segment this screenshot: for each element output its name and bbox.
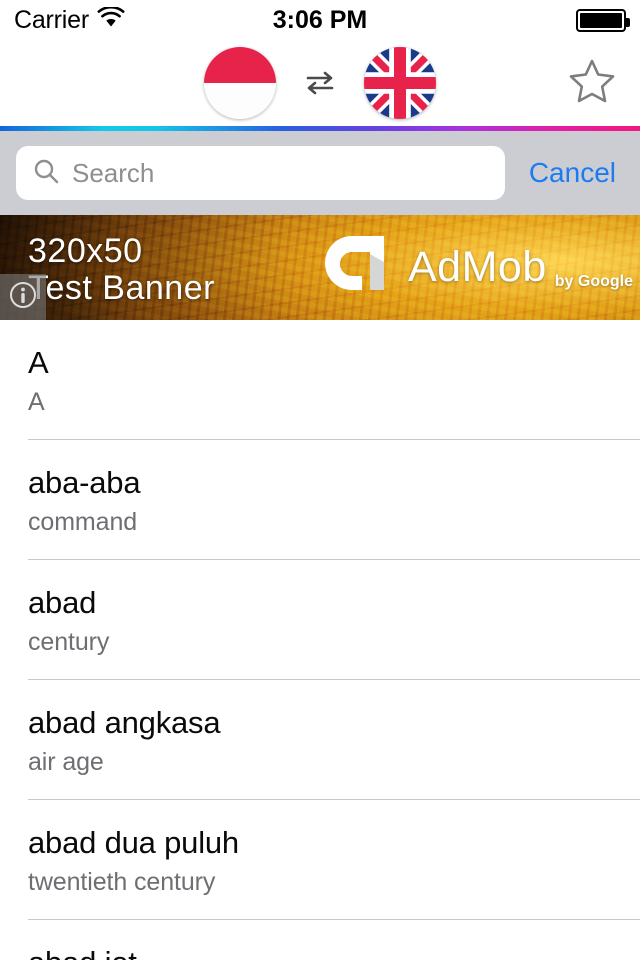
admob-wordmark: AdMob xyxy=(408,243,547,291)
admob-by-google-label: by Google xyxy=(554,272,633,290)
ad-size-label: 320x50 xyxy=(28,232,143,270)
admob-branding: AdMob by Google xyxy=(322,232,633,304)
swap-arrows-icon[interactable] xyxy=(300,63,340,103)
list-item-definition: air age xyxy=(28,748,104,777)
list-item-definition: twentieth century xyxy=(28,868,216,897)
status-bar-right xyxy=(576,8,630,32)
list-item[interactable]: abad dua puluh twentieth century xyxy=(0,800,640,920)
list-item[interactable]: abad century xyxy=(0,560,640,680)
dictionary-list[interactable]: A A aba-aba command abad century abad an… xyxy=(0,320,640,960)
list-item-term: abad dua puluh xyxy=(28,825,239,860)
search-icon xyxy=(32,157,60,190)
united-kingdom-flag-icon[interactable] xyxy=(364,47,436,119)
list-item[interactable]: abad angkasa air age xyxy=(0,680,640,800)
navigation-bar xyxy=(0,40,640,126)
list-item-term: abad jet xyxy=(28,944,612,960)
indonesia-flag-icon[interactable] xyxy=(204,47,276,119)
search-bar: Search Cancel xyxy=(0,131,640,215)
list-item-definition: command xyxy=(28,508,138,537)
ad-text-block: 320x50 Test Banner xyxy=(28,233,215,306)
list-item[interactable]: aba-aba command xyxy=(0,440,640,560)
status-bar-left: Carrier xyxy=(14,5,125,35)
carrier-label: Carrier xyxy=(14,5,89,34)
list-item-term: abad xyxy=(28,585,97,620)
wifi-icon xyxy=(97,5,125,34)
language-selector xyxy=(204,47,436,119)
list-item-term: A xyxy=(28,345,49,380)
list-item-definition: A xyxy=(28,388,45,417)
battery-full-icon xyxy=(576,8,630,32)
ad-banner[interactable]: 320x50 Test Banner AdMob by Google xyxy=(0,215,640,320)
list-item-term: abad angkasa xyxy=(28,705,221,740)
ad-info-button[interactable] xyxy=(0,274,46,320)
battery-fill xyxy=(580,12,622,28)
list-item[interactable]: abad jet xyxy=(0,920,640,960)
list-item[interactable]: A A xyxy=(0,320,640,440)
favorites-button[interactable] xyxy=(564,55,620,111)
admob-logo-icon xyxy=(322,232,398,304)
list-item-term: aba-aba xyxy=(28,465,141,500)
search-placeholder: Search xyxy=(72,157,155,188)
star-outline-icon xyxy=(567,57,617,110)
status-bar: Carrier 3:06 PM xyxy=(0,0,640,40)
cancel-button[interactable]: Cancel xyxy=(515,157,624,189)
search-input[interactable]: Search xyxy=(16,146,505,200)
flag-stripe-red xyxy=(204,47,276,83)
list-item-definition: century xyxy=(28,628,110,657)
info-icon xyxy=(8,280,38,315)
flag-stripe-white xyxy=(204,83,276,119)
ad-title-label: Test Banner xyxy=(28,268,215,307)
